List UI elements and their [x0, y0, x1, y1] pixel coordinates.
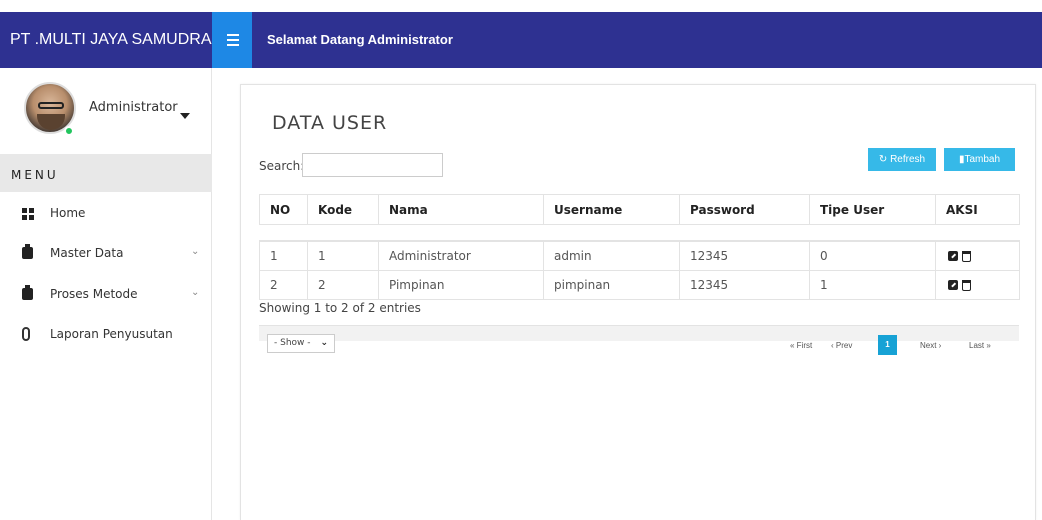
- profile-name: Administrator: [89, 100, 178, 115]
- refresh-icon: ↻: [878, 154, 891, 165]
- data-table: 1 1 Administrator admin 12345 0 2 2 Pimp…: [259, 240, 1020, 300]
- cell-kode: 2: [307, 269, 379, 300]
- cell-aksi: [935, 269, 1020, 300]
- search-label: Search:: [259, 159, 305, 173]
- sidebar-item-master-data[interactable]: Master Data ⌄: [0, 234, 212, 274]
- clipboard-icon: [22, 285, 33, 300]
- avatar-glasses: [38, 102, 64, 109]
- column-header-no[interactable]: NO: [259, 194, 308, 225]
- online-status-icon: [64, 126, 74, 136]
- table-row: 1 1 Administrator admin 12345 0: [259, 240, 1020, 271]
- cell-nama: Pimpinan: [378, 269, 544, 300]
- column-header-kode[interactable]: Kode: [307, 194, 379, 225]
- menu-header: MENU: [0, 154, 212, 192]
- first-page-link[interactable]: « First: [790, 341, 812, 350]
- last-page-link[interactable]: Last »: [969, 341, 991, 350]
- column-header-tipe-user[interactable]: Tipe User: [809, 194, 936, 225]
- hamburger-icon: [227, 34, 239, 36]
- welcome-text: Selamat Datang Administrator: [267, 32, 453, 47]
- cell-password: 12345: [679, 240, 810, 271]
- hamburger-icon-line: [227, 39, 239, 41]
- trash-icon[interactable]: [962, 279, 971, 291]
- sidebar-item-label: Laporan Penyusutan: [50, 327, 173, 341]
- table-header: NO Kode Nama Username Password Tipe User…: [259, 194, 1020, 225]
- sidebar-item-label: Home: [50, 206, 86, 220]
- brand-title[interactable]: PT .MULTI JAYA SAMUDRA: [0, 12, 212, 68]
- sidebar-item-label: Proses Metode: [50, 287, 138, 301]
- sidebar-toggle-button[interactable]: [212, 12, 252, 68]
- current-page-button[interactable]: 1: [878, 335, 897, 355]
- sidebar-item-label: Master Data: [50, 246, 124, 260]
- prev-page-link[interactable]: ‹ Prev: [831, 341, 852, 350]
- table-row: 2 2 Pimpinan pimpinan 12345 1: [259, 269, 1020, 300]
- top-navbar: Selamat Datang Administrator: [212, 12, 1042, 68]
- avatar-beard: [37, 114, 65, 130]
- sidebar-item-laporan-penyusutan[interactable]: Laporan Penyusutan: [0, 315, 212, 355]
- hamburger-icon-line: [227, 44, 239, 46]
- cell-aksi: [935, 240, 1020, 271]
- next-page-link[interactable]: Next ›: [920, 341, 941, 350]
- page-size-value: - Show -: [274, 338, 311, 348]
- cell-password: 12345: [679, 269, 810, 300]
- page-size-select[interactable]: - Show - ⌄: [267, 334, 335, 353]
- cell-kode: 1: [307, 240, 379, 271]
- entries-info: Showing 1 to 2 of 2 entries: [259, 301, 421, 315]
- add-button[interactable]: ▮Tambah: [944, 148, 1015, 171]
- sidebar-item-proses-metode[interactable]: Proses Metode ⌄: [0, 275, 212, 315]
- column-header-username[interactable]: Username: [543, 194, 680, 225]
- add-label: Tambah: [964, 154, 1001, 165]
- refresh-button[interactable]: ↻ Refresh: [868, 148, 936, 171]
- cell-tipe-user: 1: [809, 269, 936, 300]
- content-panel: DATA USER Search: ↻ Refresh ▮Tambah NO K…: [240, 84, 1036, 520]
- clipboard-icon: [22, 244, 33, 259]
- sidebar-item-home[interactable]: Home: [0, 194, 212, 234]
- chevron-down-icon: ⌄: [191, 287, 200, 298]
- column-header-aksi: AKSI: [935, 194, 1020, 225]
- column-header-password[interactable]: Password: [679, 194, 810, 225]
- refresh-label: Refresh: [890, 154, 926, 165]
- search-input[interactable]: [302, 153, 443, 177]
- pagination-bar: [259, 325, 1019, 341]
- cell-username: admin: [543, 240, 680, 271]
- cell-no: 2: [259, 269, 308, 300]
- edit-icon[interactable]: [948, 251, 958, 261]
- cell-username: pimpinan: [543, 269, 680, 300]
- edit-icon[interactable]: [948, 279, 958, 290]
- cell-tipe-user: 0: [809, 240, 936, 271]
- column-header-nama[interactable]: Nama: [378, 194, 544, 225]
- chevron-down-icon: ⌄: [320, 338, 328, 348]
- page-title: DATA USER: [272, 112, 388, 134]
- caret-down-icon[interactable]: [180, 113, 190, 119]
- cell-nama: Administrator: [378, 240, 544, 271]
- chevron-down-icon: ⌄: [191, 246, 200, 257]
- user-profile[interactable]: Administrator: [0, 68, 212, 154]
- cell-no: 1: [259, 240, 308, 271]
- trash-icon[interactable]: [962, 251, 971, 262]
- paperclip-icon: [22, 327, 30, 341]
- dashboard-icon: [22, 208, 34, 220]
- sidebar: Administrator MENU Home Master Data ⌄ Pr…: [0, 68, 212, 520]
